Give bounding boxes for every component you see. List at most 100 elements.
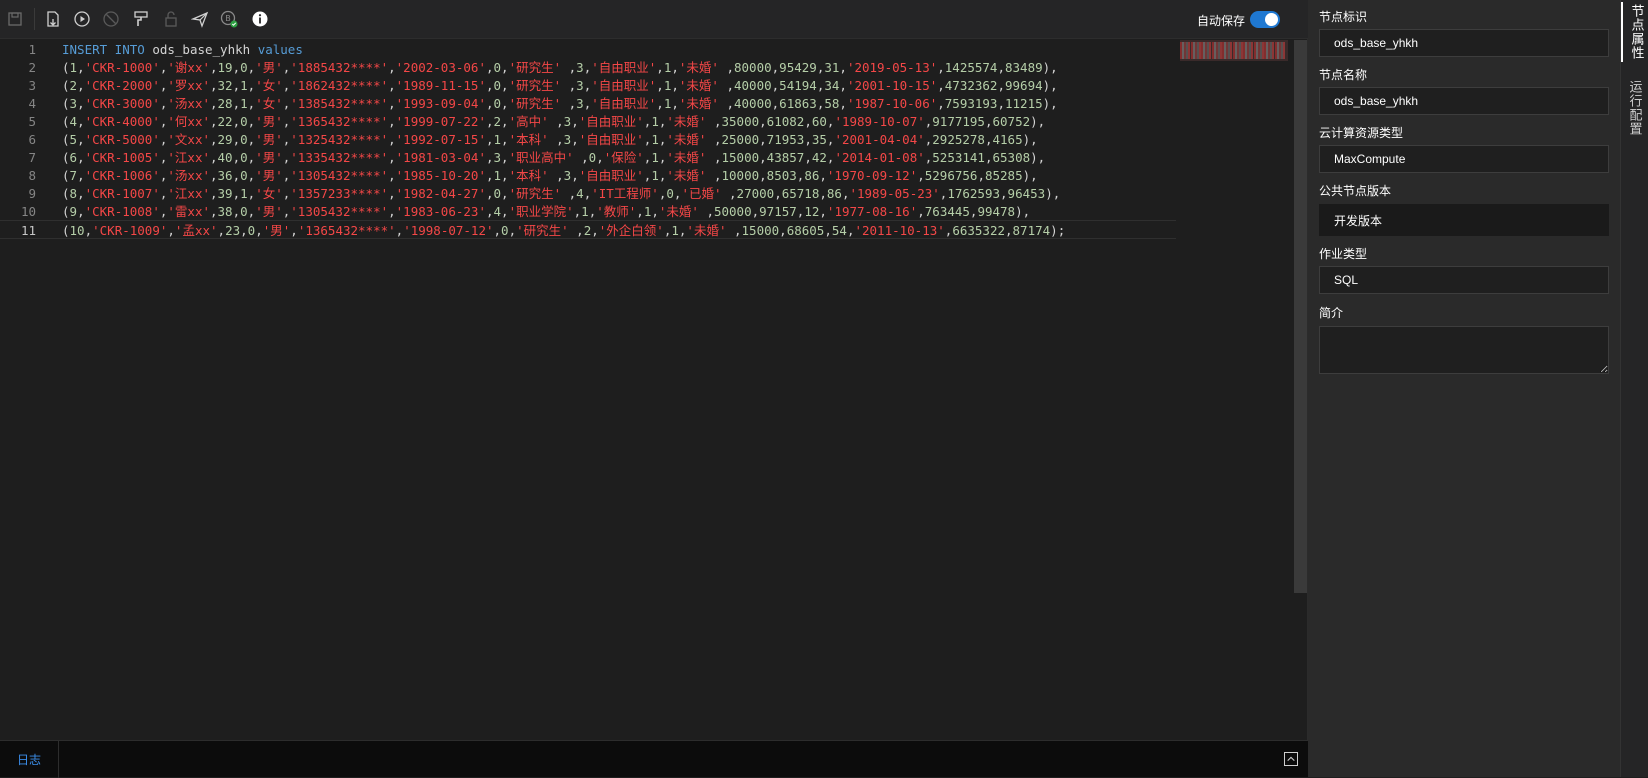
node-id-field[interactable]: ods_base_yhkh <box>1319 29 1609 57</box>
code-token: ), <box>1022 168 1038 183</box>
code-line[interactable]: 7 (6,'CKR-1005','江xx',40,0,'男','1335432**… <box>0 148 1176 167</box>
run-icon[interactable] <box>72 9 92 29</box>
code-line[interactable]: 5 (4,'CKR-4000','何xx',22,0,'男','1365432**… <box>0 112 1176 131</box>
code-line[interactable]: 4 (3,'CKR-3000','汤xx',28,1,'女','1385432**… <box>0 94 1176 113</box>
description-textarea[interactable] <box>1319 326 1609 374</box>
code-token: , <box>501 96 509 111</box>
code-token: , <box>485 96 494 111</box>
code-line[interactable]: 2 (1,'CKR-1000','谢xx',19,0,'男','1885432**… <box>0 58 1176 77</box>
code-token: , <box>77 114 85 129</box>
line-number: 2 <box>28 60 36 75</box>
code-token: 0 <box>493 78 502 93</box>
code-token: 4 <box>69 114 78 129</box>
tab-node-properties[interactable]: 节点属性 <box>1621 2 1648 62</box>
code-minimap[interactable] <box>1180 40 1288 61</box>
code-line[interactable]: 10 (9,'CKR-1008','雷xx',38,0,'男','1305432*… <box>0 202 1176 221</box>
code-token: 1 <box>493 132 502 147</box>
info-icon[interactable] <box>250 9 270 29</box>
code-token: , <box>713 132 722 147</box>
code-token: , <box>388 168 396 183</box>
code-token: 2 <box>493 114 502 129</box>
code-token: '1385432****' <box>290 96 389 111</box>
code-line[interactable]: 8 (7,'CKR-1006','汤xx',36,0,'男','1305432**… <box>0 166 1176 185</box>
code-token: , <box>501 132 509 147</box>
log-tab[interactable]: 日志 <box>0 741 59 778</box>
expand-log-icon[interactable] <box>1284 752 1298 766</box>
code-token: 96453 <box>1007 186 1046 201</box>
code-token: , <box>656 96 664 111</box>
code-token: '男' <box>255 150 283 165</box>
code-token: , <box>501 60 509 75</box>
publish-icon[interactable] <box>190 9 210 29</box>
code-token: ( <box>62 223 70 238</box>
code-token: 0 <box>240 150 248 165</box>
code-token: ), <box>1045 186 1061 201</box>
code-token: , <box>210 186 218 201</box>
editor-vertical-scrollbar[interactable] <box>1294 40 1307 593</box>
tab-run-config[interactable]: 运行配置 <box>1621 78 1648 138</box>
lock-icon[interactable] <box>161 9 181 29</box>
code-token: 'CKR-1000' <box>84 60 160 75</box>
save-icon[interactable] <box>5 9 25 29</box>
code-token: 2 <box>69 78 78 93</box>
code-token: '1989-10-07' <box>834 114 925 129</box>
code-token: '未婚' <box>678 78 727 93</box>
resource-type-field[interactable]: MaxCompute <box>1319 145 1609 173</box>
code-token: '教师' <box>596 204 637 219</box>
autosave-toggle[interactable] <box>1250 11 1280 28</box>
node-name-field[interactable]: ods_base_yhkh <box>1319 87 1609 115</box>
code-text: (8,'CKR-1007','江xx',39,1,'女','1357233***… <box>62 184 1060 203</box>
code-token: '职业高中' <box>508 150 582 165</box>
code-token: 1 <box>581 204 589 219</box>
code-token: 43857 <box>766 150 805 165</box>
commit-icon[interactable]: B <box>219 9 239 29</box>
code-token: , <box>388 186 396 201</box>
code-token: '女' <box>255 186 283 201</box>
open-file-icon[interactable] <box>43 9 63 29</box>
code-token: 97157 <box>759 204 797 219</box>
code-text: (6,'CKR-1005','江xx',40,0,'男','1335432***… <box>62 148 1045 167</box>
code-token: , <box>255 223 263 238</box>
code-line[interactable]: 9 (8,'CKR-1007','江xx',39,1,'女','1357233**… <box>0 184 1176 203</box>
code-token: '1999-07-22' <box>395 114 486 129</box>
code-token: 42 <box>811 150 827 165</box>
code-token: , <box>556 114 564 129</box>
stop-icon[interactable] <box>101 9 121 29</box>
code-token: '职业学院' <box>508 204 574 219</box>
code-line[interactable]: 11 (10,'CKR-1009','孟xx',23,0,'男','1365432… <box>0 220 1176 239</box>
code-token: , <box>984 114 993 129</box>
code-line[interactable]: 1 INSERT INTO ods_base_yhkh values <box>0 40 1176 59</box>
code-token: , <box>726 60 734 75</box>
code-token: 39 <box>217 186 233 201</box>
job-type-field[interactable]: SQL <box>1319 266 1609 294</box>
code-token: 7 <box>69 168 78 183</box>
code-line[interactable]: 3 (2,'CKR-2000','罗xx',32,1,'女','1862432**… <box>0 76 1176 95</box>
code-token: 3 <box>69 96 78 111</box>
code-token: '1357233****' <box>290 186 389 201</box>
resource-type-label: 云计算资源类型 <box>1319 126 1404 140</box>
code-token: 10000 <box>721 168 760 183</box>
code-token: , <box>937 96 945 111</box>
format-icon[interactable] <box>131 9 151 29</box>
code-token: , <box>210 204 218 219</box>
code-token: , <box>819 168 827 183</box>
code-token: 80000 <box>734 60 772 75</box>
code-token: , <box>501 204 509 219</box>
code-token: 1 <box>651 132 659 147</box>
code-token: , <box>77 168 85 183</box>
node-properties-panel: 节点标识 ods_base_yhkh 节点名称 ods_base_yhkh 云计… <box>1308 0 1620 777</box>
line-number: 7 <box>28 150 36 165</box>
code-token: , <box>977 168 985 183</box>
code-token: , <box>556 168 564 183</box>
code-token: 1 <box>240 96 248 111</box>
sql-code-editor[interactable]: 1 INSERT INTO ods_base_yhkh values 2 (1,'CK… <box>0 40 1294 740</box>
code-token: , <box>759 132 767 147</box>
code-token: 0 <box>493 186 502 201</box>
code-token: 12 <box>804 204 820 219</box>
code-token: , <box>501 186 509 201</box>
code-token: '1985-10-20' <box>395 168 486 183</box>
code-line[interactable]: 6 (5,'CKR-5000','文xx',29,0,'男','1325432**… <box>0 130 1176 149</box>
code-token: 0 <box>240 132 248 147</box>
code-token: , <box>485 204 494 219</box>
node-version-select[interactable]: 开发版本 <box>1319 204 1609 236</box>
